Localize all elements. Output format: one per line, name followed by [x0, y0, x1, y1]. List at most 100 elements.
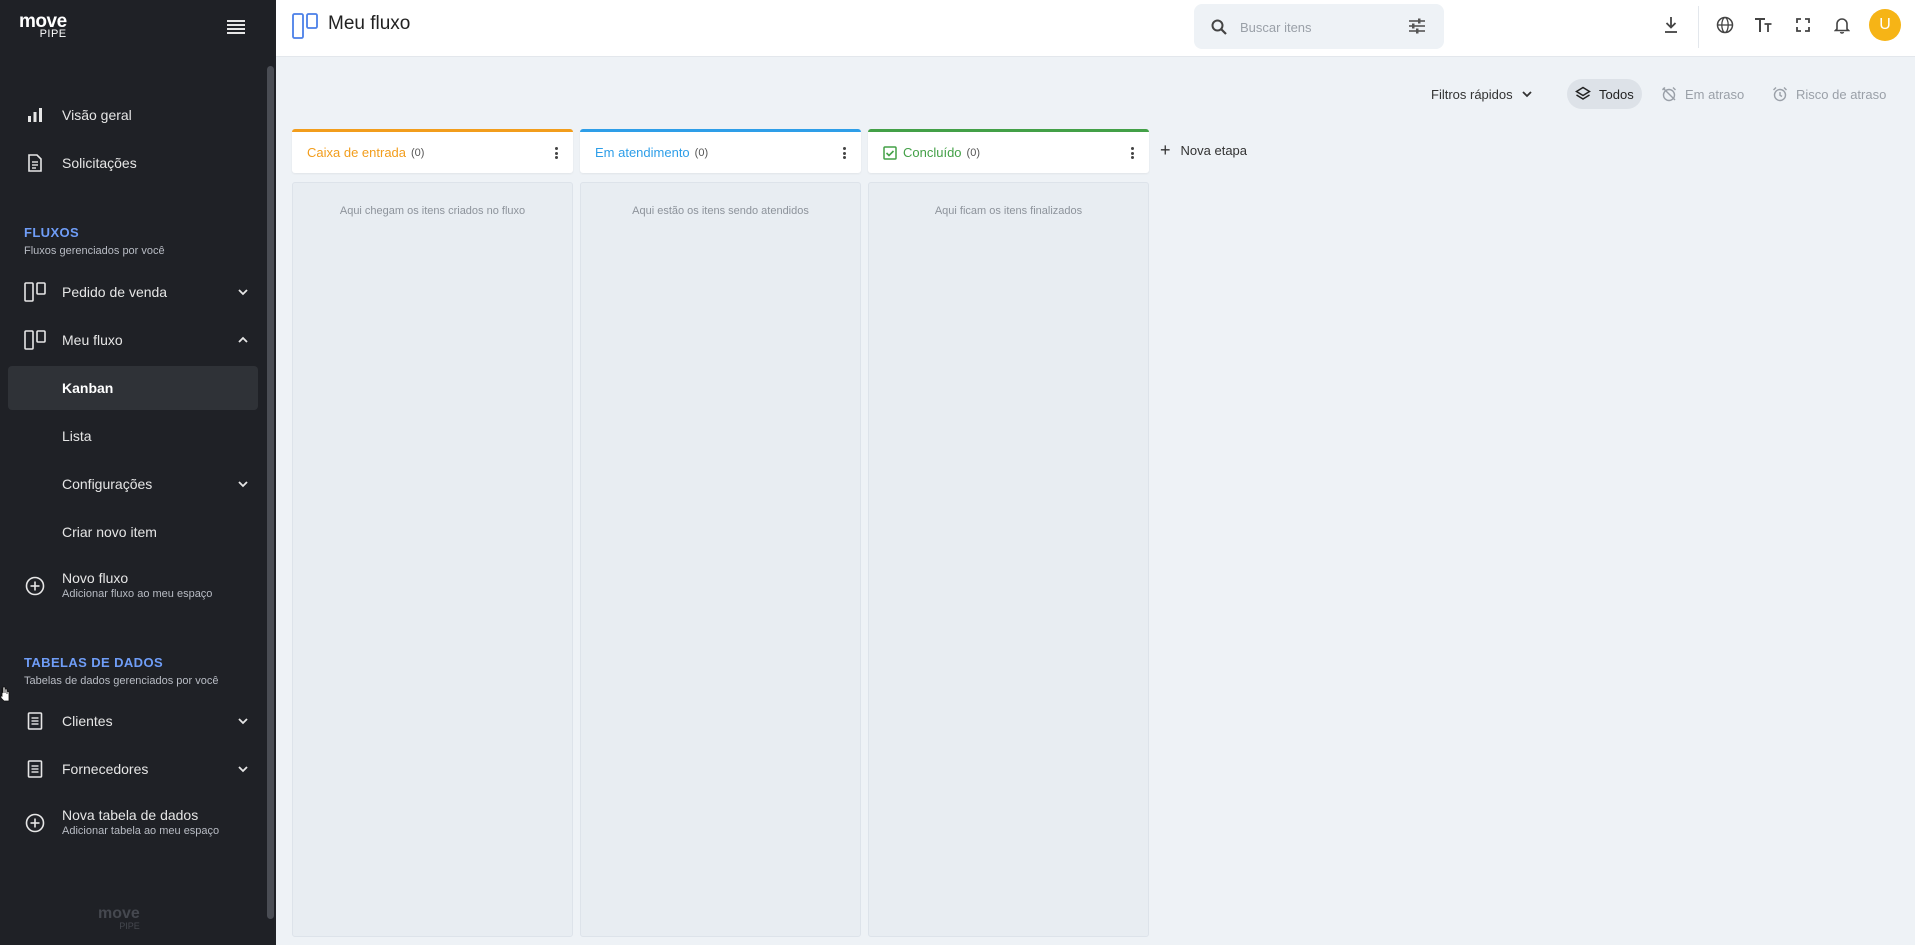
column-header[interactable]: Em atendimento (0): [580, 129, 861, 173]
kanban-icon: [292, 13, 318, 39]
column-body[interactable]: Aqui chegam os itens criados no fluxo: [292, 182, 573, 937]
fullscreen-icon[interactable]: [1792, 14, 1814, 36]
sidebar-scrollbar[interactable]: [267, 66, 274, 919]
sidebar-item-label: Fornecedores: [62, 761, 149, 777]
section-subtitle-fluxos: Fluxos gerenciados por você: [24, 245, 165, 257]
header-divider: [1698, 6, 1699, 48]
column-title: Caixa de entrada: [307, 145, 407, 160]
column-title: Concluído: [903, 145, 962, 160]
sidebar-item-nova-tabela[interactable]: Nova tabela de dados Adicionar tabela ao…: [8, 801, 258, 845]
bell-icon[interactable]: [1831, 14, 1853, 36]
footer-logo: move PIPE: [98, 906, 140, 931]
column-count: (0): [694, 146, 709, 159]
more-vertical-icon[interactable]: [837, 145, 851, 161]
sidebar-item-fornecedores[interactable]: Fornecedores: [8, 747, 258, 791]
kanban-icon: [24, 281, 46, 303]
add-stage-label: Nova etapa: [1180, 142, 1248, 158]
column-body[interactable]: Aqui ficam os itens finalizados: [868, 182, 1149, 937]
footer-brand-sub: PIPE: [119, 921, 140, 931]
top-header: Meu fluxo U: [276, 0, 1915, 57]
more-vertical-icon[interactable]: [1125, 145, 1139, 161]
column-count: (0): [966, 146, 980, 159]
layers-icon: [1575, 86, 1591, 102]
sidebar-item-lista[interactable]: Lista: [8, 414, 258, 458]
search-box: [1194, 4, 1444, 49]
download-icon[interactable]: [1660, 14, 1682, 36]
hand-cursor-icon: [0, 686, 10, 702]
text-size-icon[interactable]: [1753, 14, 1775, 36]
sidebar-item-label: Lista: [62, 428, 92, 444]
add-circle-icon: [24, 812, 46, 834]
column-body[interactable]: Aqui estão os itens sendo atendidos: [580, 182, 861, 937]
menu-icon[interactable]: [227, 20, 245, 36]
globe-icon[interactable]: [1714, 14, 1736, 36]
filter-chip-em-atraso[interactable]: Em atraso: [1653, 79, 1752, 109]
check-box-icon: [883, 145, 897, 160]
sidebar-item-criar-novo-item[interactable]: Criar novo item: [8, 510, 258, 554]
sidebar-item-label: Visão geral: [62, 107, 132, 123]
plus-icon: +: [1160, 140, 1171, 160]
table-icon: [24, 710, 46, 732]
column-empty-text: Aqui estão os itens sendo atendidos: [632, 205, 809, 217]
sidebar-item-meu-fluxo[interactable]: Meu fluxo: [8, 318, 258, 362]
sidebar-item-pedido-de-venda[interactable]: Pedido de venda: [8, 270, 258, 314]
nova-tabela-sublabel: Adicionar tabela ao meu espaço: [62, 825, 220, 837]
sidebar-item-novo-fluxo[interactable]: Novo fluxo Adicionar fluxo ao meu espaço: [8, 564, 258, 608]
sidebar: move PIPE Visão geral Solicitações FLUXO…: [0, 0, 276, 945]
more-vertical-icon[interactable]: [549, 145, 563, 161]
sidebar-item-clientes[interactable]: Clientes: [8, 699, 258, 743]
sidebar-item-label: Clientes: [62, 713, 113, 729]
kanban-icon: [24, 329, 46, 351]
sidebar-item-label: Configurações: [62, 476, 153, 492]
quick-filters-dropdown[interactable]: Filtros rápidos: [1431, 79, 1533, 109]
brand-logo[interactable]: move PIPE: [19, 12, 67, 40]
chevron-down-icon: [238, 766, 248, 773]
filter-chip-label: Todos: [1599, 86, 1634, 102]
column-empty-text: Aqui chegam os itens criados no fluxo: [339, 205, 526, 217]
document-icon: [24, 152, 46, 174]
filter-chip-risco-de-atraso[interactable]: Risco de atraso: [1764, 79, 1894, 109]
chevron-down-icon: [1522, 91, 1532, 98]
section-title-tabelas: TABELAS DE DADOS: [24, 655, 164, 670]
add-stage-button[interactable]: + Nova etapa: [1160, 138, 1247, 162]
section-subtitle-tabelas: Tabelas de dados gerenciados por você: [24, 675, 219, 687]
add-circle-icon: [24, 575, 46, 597]
footer-brand-name: move: [98, 905, 140, 922]
sidebar-item-label: Novo fluxo Adicionar fluxo ao meu espaço: [62, 570, 212, 602]
nova-tabela-label: Nova tabela de dados: [62, 807, 199, 823]
sidebar-item-label: Solicitações: [62, 155, 137, 171]
filter-settings-icon[interactable]: [1408, 18, 1426, 34]
sidebar-item-label: Kanban: [62, 380, 114, 396]
sidebar-item-label: Criar novo item: [62, 524, 157, 540]
search-input[interactable]: [1240, 16, 1390, 38]
filter-chip-label: Em atraso: [1685, 86, 1745, 102]
column-empty-text: Aqui ficam os itens finalizados: [934, 205, 1083, 217]
sidebar-item-kanban[interactable]: Kanban: [8, 366, 258, 410]
filter-chip-todos[interactable]: Todos: [1567, 79, 1642, 109]
kanban-column-em-atendimento: Em atendimento (0) Aqui estão os itens s…: [580, 129, 861, 937]
user-avatar[interactable]: U: [1869, 9, 1901, 41]
kanban-column-concluido: Concluído (0) Aqui ficam os itens finali…: [868, 129, 1149, 937]
novo-fluxo-sublabel: Adicionar fluxo ao meu espaço: [62, 588, 213, 600]
kanban-column-caixa-de-entrada: Caixa de entrada (0) Aqui chegam os iten…: [292, 129, 573, 937]
sidebar-item-visao-geral[interactable]: Visão geral: [8, 93, 258, 137]
filter-chip-label: Risco de atraso: [1796, 86, 1887, 102]
chevron-down-icon: [238, 718, 248, 725]
page-title: Meu fluxo: [328, 13, 411, 34]
chevron-down-icon: [238, 481, 248, 488]
novo-fluxo-label: Novo fluxo: [62, 570, 129, 586]
sidebar-item-configuracoes[interactable]: Configurações: [8, 462, 258, 506]
sidebar-item-label: Nova tabela de dados Adicionar tabela ao…: [62, 807, 219, 839]
sidebar-item-solicitacoes[interactable]: Solicitações: [8, 141, 258, 185]
chevron-down-icon: [238, 289, 248, 296]
chevron-up-icon: [238, 336, 248, 343]
sidebar-item-label: Meu fluxo: [62, 332, 123, 348]
column-title: Em atendimento: [595, 145, 690, 160]
table-icon: [24, 758, 46, 780]
quick-filters-label: Filtros rápidos: [1431, 86, 1513, 102]
column-count: (0): [411, 146, 425, 159]
section-title-fluxos: FLUXOS: [24, 225, 80, 240]
alarm-icon: [1772, 86, 1788, 102]
column-header[interactable]: Caixa de entrada (0): [292, 129, 573, 173]
column-header[interactable]: Concluído (0): [868, 129, 1149, 173]
